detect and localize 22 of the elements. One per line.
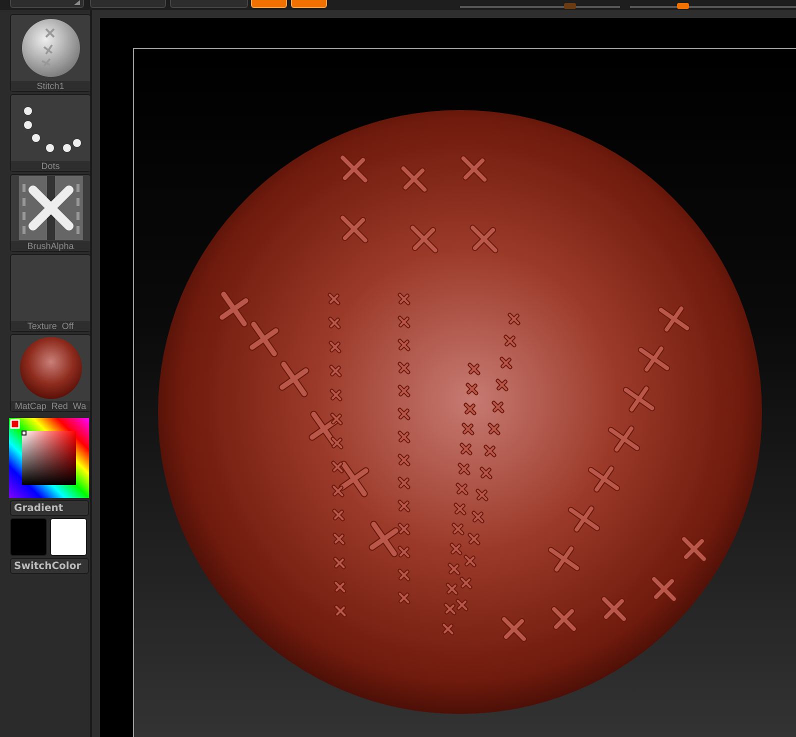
tile-label: Dots xyxy=(11,161,90,171)
color-swatch[interactable] xyxy=(50,518,87,556)
tray-tile[interactable]: Dots xyxy=(10,94,91,172)
tray-tile[interactable]: MatCap Red Wa xyxy=(10,334,91,412)
slider-handle[interactable] xyxy=(677,3,690,9)
tile-label: BrushAlpha xyxy=(11,241,90,251)
tray-tile[interactable]: BrushAlpha xyxy=(10,174,91,252)
tile-label: Texture Off xyxy=(11,321,90,331)
toolbar-button[interactable] xyxy=(10,0,84,8)
tray-tile[interactable]: Texture Off xyxy=(10,254,91,332)
tile-label: Stitch1 xyxy=(11,81,90,91)
slider-handle[interactable] xyxy=(564,3,576,9)
gradient-button[interactable]: Gradient xyxy=(10,500,89,516)
caret-icon xyxy=(74,0,80,5)
material-sphere-icon xyxy=(18,336,82,400)
color-swatch[interactable] xyxy=(10,518,47,556)
sphere-brush-icon xyxy=(20,17,82,79)
x-alpha-icon xyxy=(18,176,82,240)
color-picker[interactable] xyxy=(9,418,89,498)
switch-color-button[interactable]: SwitchColor xyxy=(10,558,89,574)
tray-tile[interactable]: Stitch1 xyxy=(10,14,91,92)
tile-label: MatCap Red Wa xyxy=(11,401,90,411)
